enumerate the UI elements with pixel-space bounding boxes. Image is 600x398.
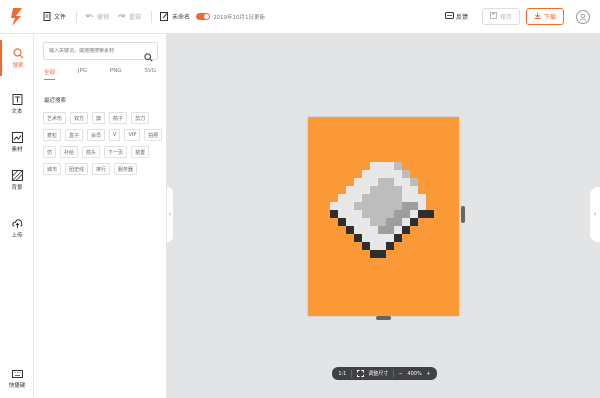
autosave-toggle[interactable] bbox=[196, 13, 211, 20]
nav-item-material[interactable]: 素材 bbox=[0, 124, 34, 160]
app-logo[interactable] bbox=[0, 0, 34, 34]
resize-handle-right[interactable] bbox=[461, 206, 465, 223]
save-label: 保存 bbox=[499, 14, 512, 21]
search-panel: 全部 JPG PNG SVG 最近搜索 艺术形 双方 旗 箭子 剪刀 麦粒 盒子… bbox=[34, 34, 167, 398]
zoom-divider bbox=[392, 369, 394, 378]
tab-jpg[interactable]: JPG bbox=[78, 68, 87, 80]
nav-item-search[interactable]: 搜索 bbox=[0, 40, 34, 76]
collapse-panel-button[interactable]: ‹ bbox=[167, 187, 173, 242]
search-tag[interactable]: 服务器 bbox=[114, 163, 138, 175]
search-tag[interactable]: 剪刀 bbox=[131, 112, 150, 124]
top-toolbar: 文件 撤销 重做 未命名 2019年10月1日更新 反馈 保存 下载 bbox=[0, 0, 600, 34]
undo-label: 撤销 bbox=[97, 14, 110, 21]
chevron-left-icon: ‹ bbox=[593, 211, 597, 218]
search-tag[interactable]: 仿 bbox=[43, 146, 57, 158]
tab-svg[interactable]: SVG bbox=[144, 68, 156, 80]
document-name: 未命名 bbox=[172, 14, 191, 21]
download-button[interactable]: 下载 bbox=[525, 8, 564, 25]
search-box bbox=[43, 42, 158, 62]
download-icon bbox=[534, 12, 541, 21]
search-icon bbox=[12, 47, 23, 58]
zoom-level: 400% bbox=[407, 370, 422, 377]
user-icon bbox=[579, 13, 587, 21]
file-menu-button[interactable]: 文件 bbox=[42, 12, 66, 21]
search-submit-icon[interactable] bbox=[144, 47, 153, 66]
search-tag[interactable]: V bbox=[109, 129, 121, 141]
feedback-label: 反馈 bbox=[455, 14, 468, 21]
search-tag[interactable]: 麦粒 bbox=[43, 129, 62, 141]
search-input[interactable] bbox=[49, 48, 144, 54]
search-tag[interactable]: 补给 bbox=[60, 146, 79, 158]
search-tag[interactable]: VIP bbox=[124, 129, 141, 141]
search-tag[interactable]: 会员 bbox=[87, 129, 106, 141]
text-icon bbox=[12, 93, 22, 105]
tab-all[interactable]: 全部 bbox=[44, 68, 56, 80]
file-type-tabs: 全部 JPG PNG SVG bbox=[44, 68, 156, 80]
search-tag[interactable]: 团史线 bbox=[65, 163, 89, 175]
artboard[interactable] bbox=[308, 117, 459, 316]
feedback-button[interactable]: 反馈 bbox=[444, 11, 468, 22]
toolbar-divider bbox=[76, 10, 78, 23]
feedback-icon bbox=[444, 11, 454, 22]
undo-icon bbox=[85, 12, 94, 21]
recent-searches-title: 最近搜索 bbox=[44, 98, 67, 104]
rename-button[interactable]: 未命名 bbox=[160, 12, 190, 21]
nav-item-label: 背景 bbox=[11, 184, 23, 191]
search-tag[interactable]: 盒子 bbox=[65, 129, 84, 141]
toolbar-right: 反馈 保存 下载 bbox=[444, 8, 590, 25]
search-tag[interactable]: 城市 bbox=[43, 163, 62, 175]
autosave-status: 2019年10月1日更新 bbox=[213, 14, 266, 21]
nav-item-shortcuts[interactable]: 快捷键 bbox=[0, 360, 34, 396]
search-tag[interactable]: 下一页 bbox=[104, 146, 128, 158]
redo-button[interactable]: 重做 bbox=[117, 12, 141, 21]
redo-icon bbox=[117, 12, 126, 21]
file-icon bbox=[42, 12, 51, 21]
download-label: 下载 bbox=[543, 14, 556, 21]
search-tag[interactable]: 装置 bbox=[131, 146, 150, 158]
collapse-right-panel-button[interactable]: ‹ bbox=[590, 187, 600, 242]
zoom-in-button[interactable]: + bbox=[426, 371, 430, 377]
actual-size-button[interactable]: 1:1 bbox=[338, 371, 346, 377]
save-button[interactable]: 保存 bbox=[481, 8, 520, 25]
nav-item-label: 搜索 bbox=[12, 62, 24, 69]
search-tag[interactable]: 双方 bbox=[70, 112, 89, 124]
undo-button[interactable]: 撤销 bbox=[85, 12, 109, 21]
fit-screen-icon bbox=[356, 370, 364, 377]
edit-icon bbox=[160, 12, 169, 21]
recent-search-tags: 艺术形 双方 旗 箭子 剪刀 麦粒 盒子 会员 V VIP 拍照 仿 补给 箭头… bbox=[43, 112, 163, 175]
file-label: 文件 bbox=[54, 14, 67, 21]
logo-icon bbox=[11, 7, 22, 26]
nav-item-upload[interactable]: 上传 bbox=[0, 210, 34, 246]
search-tag[interactable]: 旗 bbox=[92, 112, 106, 124]
save-icon bbox=[489, 12, 497, 21]
nav-item-label: 素材 bbox=[11, 146, 23, 153]
search-tag[interactable]: 艺术形 bbox=[43, 112, 67, 124]
user-avatar[interactable] bbox=[576, 9, 590, 24]
fit-screen-button[interactable] bbox=[356, 370, 364, 377]
search-tag[interactable]: 排行 bbox=[92, 163, 111, 175]
toolbar-divider bbox=[151, 10, 153, 23]
pixel-art-image[interactable] bbox=[308, 117, 459, 316]
zoom-divider bbox=[351, 369, 352, 378]
material-icon bbox=[11, 131, 23, 143]
fit-size-label[interactable]: 调整尺寸 bbox=[368, 370, 388, 377]
nav-item-background[interactable]: 背景 bbox=[0, 162, 34, 198]
resize-handle-bottom[interactable] bbox=[376, 316, 391, 320]
zoom-out-button[interactable]: − bbox=[399, 371, 403, 377]
nav-item-label: 上传 bbox=[11, 232, 23, 239]
search-tag[interactable]: 箭头 bbox=[82, 146, 101, 158]
zoom-bar: 1:1 调整尺寸 − 400% + bbox=[332, 367, 437, 380]
keyboard-icon bbox=[11, 369, 23, 378]
nav-item-text[interactable]: 文本 bbox=[0, 86, 34, 122]
upload-icon bbox=[11, 218, 22, 228]
search-tag[interactable]: 箭子 bbox=[109, 112, 128, 124]
nav-item-label: 文本 bbox=[11, 108, 23, 115]
left-nav: 搜索 文本 素材 背景 上传 快捷键 bbox=[0, 34, 34, 398]
chevron-left-icon: ‹ bbox=[168, 211, 172, 218]
nav-item-label: 快捷键 bbox=[8, 382, 26, 389]
tab-png[interactable]: PNG bbox=[110, 68, 122, 80]
background-icon bbox=[11, 169, 23, 181]
search-tag[interactable]: 拍照 bbox=[144, 129, 163, 141]
redo-label: 重做 bbox=[129, 14, 142, 21]
